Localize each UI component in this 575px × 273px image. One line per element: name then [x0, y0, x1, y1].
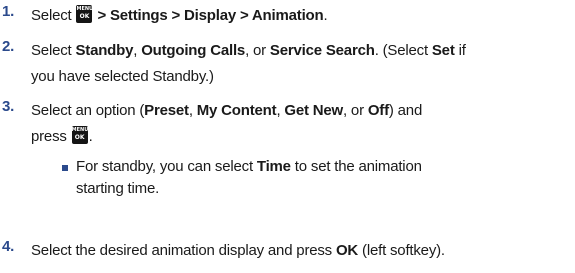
- step-number: 4.: [2, 238, 15, 255]
- step-number: 1.: [2, 3, 15, 20]
- step-number: 2.: [2, 38, 15, 55]
- menu-ok-key-icon: MENU OK: [76, 5, 93, 23]
- square-bullet-icon: [62, 165, 68, 171]
- instruction-page: 1. Select MENU OK > Settings > Display > …: [0, 0, 575, 273]
- step-number: 3.: [2, 98, 15, 115]
- menu-path: > Settings > Display > Animation: [97, 7, 324, 24]
- step-text: Select MENU OK > Settings > Display > Ani…: [31, 5, 328, 24]
- step-text: Select Standby, Outgoing Calls, or Servi…: [31, 42, 466, 85]
- step-text: Select an option (Preset, My Content, Ge…: [31, 102, 423, 145]
- sub-bullet-text: For standby, you can select Time to set …: [76, 158, 422, 197]
- menu-ok-key-icon: MENU OK: [71, 126, 88, 144]
- step-text: Select the desired animation display and…: [31, 242, 445, 259]
